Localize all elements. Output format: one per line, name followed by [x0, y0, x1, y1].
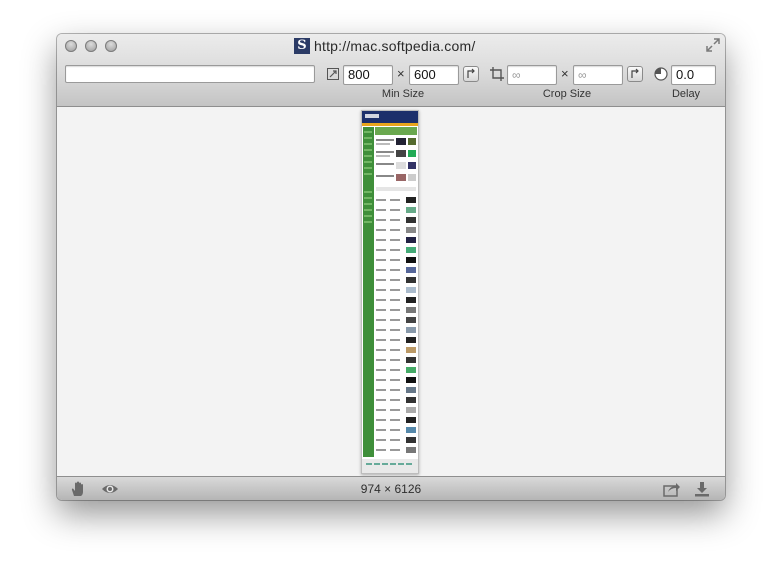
swap-arrow-icon [467, 68, 475, 78]
crop-size-label: Crop Size [542, 88, 592, 100]
min-size-label: Min Size [381, 88, 425, 100]
image-dimensions: 974 × 6126 [360, 482, 422, 496]
app-window: S http://mac.softpedia.com/ 800 × 600 Mi… [57, 34, 725, 500]
share-icon[interactable] [663, 481, 681, 497]
window-title: S http://mac.softpedia.com/ [294, 37, 475, 55]
min-height-field[interactable]: 600 [409, 65, 459, 85]
delay-field[interactable]: 0.0 [671, 65, 716, 85]
close-button[interactable] [65, 40, 77, 52]
page-preview-graphic [362, 111, 418, 473]
swap-arrow-icon [631, 68, 639, 78]
crop-width-field[interactable]: ∞ [507, 65, 557, 85]
times-symbol: × [397, 66, 405, 81]
crop-icon [490, 67, 504, 81]
minimize-button[interactable] [85, 40, 97, 52]
preview-area [57, 107, 725, 476]
clock-icon [654, 67, 668, 81]
site-favicon-icon: S [294, 38, 310, 54]
crop-height-field[interactable]: ∞ [573, 65, 623, 85]
delay-label: Delay [671, 88, 701, 100]
min-width-field[interactable]: 800 [343, 65, 393, 85]
page-screenshot-thumbnail[interactable] [361, 110, 419, 474]
min-size-swap-button[interactable] [463, 66, 479, 82]
zoom-button[interactable] [105, 40, 117, 52]
title-toolbar: S http://mac.softpedia.com/ 800 × 600 Mi… [57, 34, 725, 107]
resize-icon [327, 68, 339, 80]
download-icon[interactable] [693, 481, 711, 497]
fullscreen-icon[interactable] [706, 38, 720, 52]
crop-size-swap-button[interactable] [627, 66, 643, 82]
title-url: http://mac.softpedia.com/ [314, 38, 476, 54]
status-bar: 974 × 6126 [57, 476, 725, 500]
url-input[interactable] [65, 65, 315, 83]
times-symbol: × [561, 66, 569, 81]
